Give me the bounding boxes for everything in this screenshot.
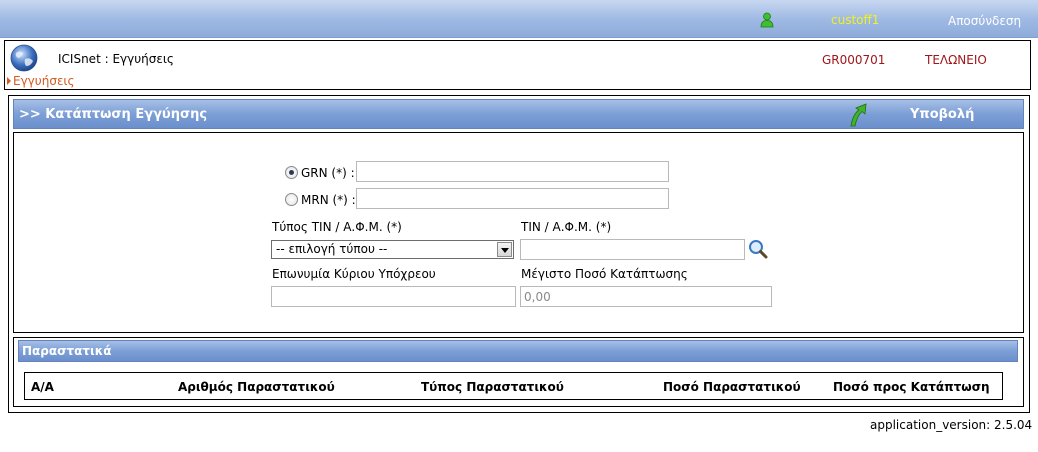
office-name: ΤΕΛΩΝΕΙΟ (925, 53, 987, 67)
search-icon[interactable] (748, 239, 768, 259)
tin-type-select[interactable]: -- επιλογή τύπου -- (271, 240, 514, 259)
tin-type-label: Τύπος TIN / Α.Φ.Μ. (*) (272, 220, 402, 234)
panel-title: >> Κατάπτωση Εγγύησης (19, 107, 208, 122)
app-header: ICISnet : Εγγυήσεις GR000701 ΤΕΛΩΝΕΙΟ Εγ… (4, 40, 1031, 90)
triangle-right-icon (7, 77, 11, 85)
panel-title-bar: >> Κατάπτωση Εγγύησης Υποβολή (13, 99, 1024, 129)
logout-link[interactable]: Αποσύνδεση (948, 14, 1021, 28)
globe-icon (10, 44, 38, 72)
tin-label: TIN / Α.Φ.Μ. (*) (521, 220, 612, 234)
documents-title: Παραστατικά (22, 344, 112, 358)
mrn-label: MRN (*) : (301, 193, 356, 207)
column-header-amount-to-forfeit: Ποσό προς Κατάπτωση (833, 380, 990, 394)
chevron-down-icon[interactable] (497, 242, 512, 257)
column-header-document-number: Αριθμός Παραστατικού (178, 380, 335, 394)
grn-input[interactable] (356, 161, 669, 182)
mrn-radio[interactable] (285, 193, 298, 206)
breadcrumb-item[interactable]: Εγγυήσεις (13, 74, 75, 88)
column-header-document-type: Τύπος Παραστατικού (421, 380, 564, 394)
max-amount-label: Μέγιστο Ποσό Κατάπτωσης (521, 267, 688, 281)
max-amount-input[interactable] (520, 286, 772, 307)
guarantee-form: GRN (*) : MRN (*) : Τύπος TIN / Α.Φ.Μ. (… (13, 132, 1024, 333)
grn-label: GRN (*) : (301, 166, 355, 180)
breadcrumb[interactable]: Εγγυήσεις (7, 74, 75, 88)
top-bar: custoff1 Αποσύνδεση (0, 0, 1038, 38)
column-header-aa: Α/Α (31, 380, 54, 394)
user-icon (760, 12, 774, 28)
documents-section: Παραστατικά Α/Α Αριθμός Παραστατικού Τύπ… (13, 337, 1024, 407)
tin-input[interactable] (520, 239, 745, 260)
principal-name-input[interactable] (271, 286, 516, 307)
grn-radio[interactable] (285, 166, 298, 179)
documents-title-bar: Παραστατικά (18, 340, 1018, 362)
principal-name-label: Επωνυμία Κύριου Υπόχρεου (272, 267, 436, 281)
main-panel: >> Κατάπτωση Εγγύησης Υποβολή GRN (*) : … (8, 95, 1030, 413)
app-title: ICISnet : Εγγυήσεις (58, 52, 174, 66)
tin-type-selected: -- επιλογή τύπου -- (276, 242, 388, 256)
documents-table: Α/Α Αριθμός Παραστατικού Τύπος Παραστατι… (24, 372, 1003, 400)
column-header-document-amount: Ποσό Παραστατικού (663, 380, 801, 394)
green-arrow-up-icon[interactable] (847, 102, 869, 128)
user-name: custoff1 (831, 13, 880, 27)
submit-button[interactable]: Υποβολή (910, 107, 974, 122)
app-version: application_version: 2.5.04 (870, 418, 1033, 432)
mrn-input[interactable] (356, 188, 669, 209)
office-code: GR000701 (822, 53, 886, 67)
